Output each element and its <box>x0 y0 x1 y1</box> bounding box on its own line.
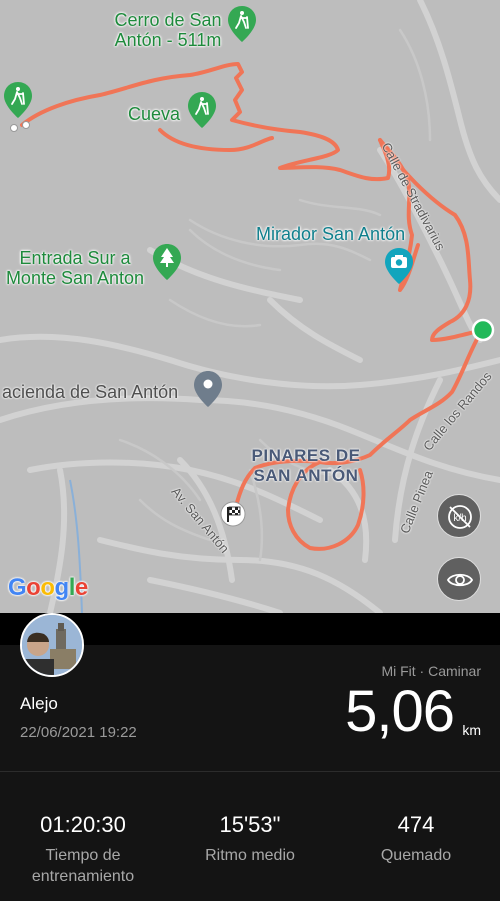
km-layer-off-icon: k/h <box>448 505 472 529</box>
avatar[interactable] <box>20 613 84 677</box>
eye-icon <box>446 573 474 587</box>
activity-datetime: 22/06/2021 19:22 <box>20 724 137 741</box>
map-view-button[interactable] <box>437 557 481 601</box>
place-label-cerro: Cerro de San Antón - 511m <box>114 10 222 50</box>
distance-unit: km <box>462 722 481 738</box>
hiking-pin-icon[interactable] <box>4 82 32 118</box>
route-map[interactable]: Cerro de San Antón - 511m Cueva Mirador … <box>0 0 500 613</box>
user-name: Alejo <box>20 694 58 713</box>
place-label-cueva: Cueva <box>128 104 181 124</box>
activity-source: Mi Fit · Caminar <box>381 663 481 679</box>
hiking-pin-icon[interactable] <box>188 92 216 128</box>
finish-flag-icon <box>220 501 246 527</box>
place-label-entrada: Entrada Sur a Monte San Anton <box>5 248 145 288</box>
km-markers-toggle-button[interactable]: k/h <box>437 494 481 538</box>
google-attribution-logo: Google <box>8 574 88 601</box>
camera-pin-icon[interactable] <box>385 248 413 284</box>
stat-label-calories: Quemado <box>380 847 452 864</box>
place-label-hacienda: acienda de San Antón <box>2 382 179 402</box>
stat-value-time: 01:20:30 <box>40 812 126 837</box>
area-label-pinares: PINARES DE SAN ANTÓN <box>251 446 361 485</box>
place-label-mirador: Mirador San Antón <box>256 224 406 244</box>
stat-value-calories: 474 <box>397 812 435 837</box>
user-photo-icon <box>22 615 82 675</box>
divider <box>0 771 500 772</box>
distance-value: 5,06 <box>345 679 455 744</box>
place-pin-icon[interactable] <box>194 371 222 407</box>
stat-label-time: Tiempo de entrenamiento <box>31 847 135 885</box>
stat-label-pace: Ritmo medio <box>205 847 295 864</box>
park-pin-icon[interactable] <box>153 244 181 280</box>
hiking-pin-icon[interactable] <box>228 6 256 42</box>
stat-value-pace: 15'53" <box>219 812 281 837</box>
map-background <box>0 0 500 613</box>
